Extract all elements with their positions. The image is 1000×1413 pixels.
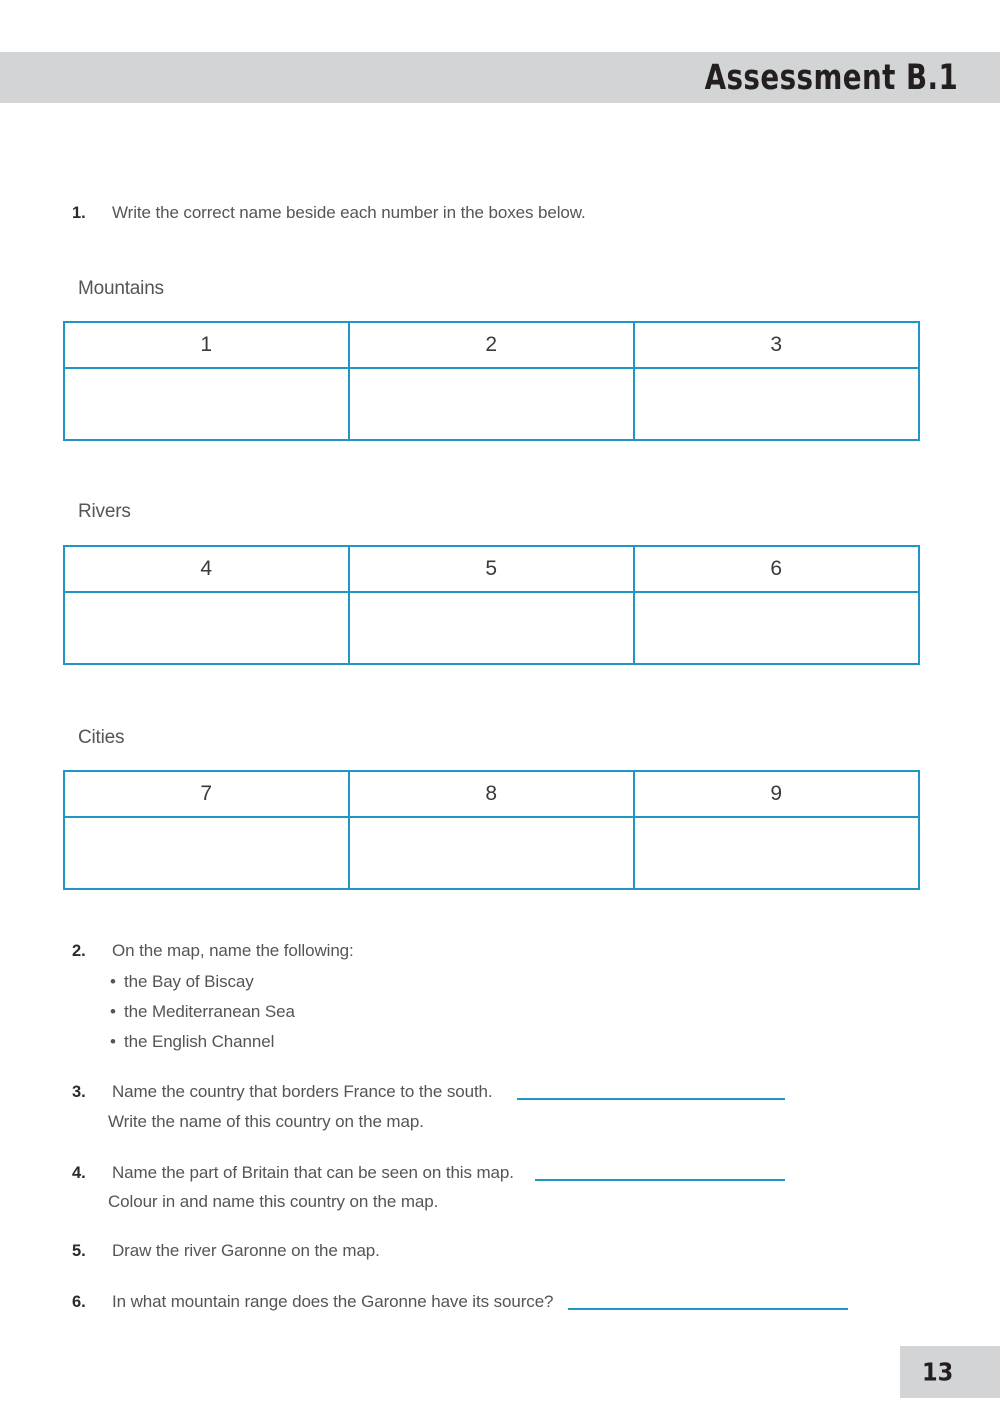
cities-answer-8[interactable]: [348, 816, 635, 890]
table-row-answers: [63, 367, 920, 441]
table-row-numbers: 4 5 6: [63, 545, 920, 593]
mountains-number-3: 3: [633, 321, 920, 369]
mountains-answer-1[interactable]: [63, 367, 350, 441]
rivers-number-4: 4: [63, 545, 350, 593]
cities-answer-9[interactable]: [633, 816, 920, 890]
question-5: 5. Draw the river Garonne on the map.: [72, 1241, 380, 1261]
page-title: Assessment B.1: [704, 57, 958, 98]
question-3: 3. Name the country that borders France …: [72, 1082, 493, 1102]
question-4: 4. Name the part of Britain that can be …: [72, 1163, 514, 1183]
mountains-answer-3[interactable]: [633, 367, 920, 441]
question-5-number: 5.: [72, 1242, 86, 1260]
question-6: 6. In what mountain range does the Garon…: [72, 1292, 554, 1312]
section-label-rivers: Rivers: [78, 501, 131, 522]
question-2-bullet-1: • the Bay of Biscay: [110, 972, 254, 992]
table-row-numbers: 7 8 9: [63, 770, 920, 818]
rivers-answer-4[interactable]: [63, 591, 350, 665]
rivers-number-5: 5: [348, 545, 635, 593]
question-6-text: In what mountain range does the Garonne …: [112, 1292, 554, 1311]
page-number-box: 13: [900, 1346, 1000, 1398]
question-2-bullet-2-text: the Mediterranean Sea: [124, 1002, 295, 1021]
question-4-subtext: Colour in and name this country on the m…: [108, 1192, 439, 1211]
cities-number-9: 9: [633, 770, 920, 818]
rivers-answer-5[interactable]: [348, 591, 635, 665]
question-4-number: 4.: [72, 1164, 86, 1182]
mountains-number-2: 2: [348, 321, 635, 369]
bullet-dot-icon: •: [110, 1032, 116, 1051]
question-2-bullet-2: • the Mediterranean Sea: [110, 1002, 295, 1022]
question-6-answer-line[interactable]: [568, 1308, 848, 1310]
page-number: 13: [922, 1357, 954, 1387]
question-3-number: 3.: [72, 1083, 86, 1101]
question-2-number: 2.: [72, 942, 86, 960]
bullet-dot-icon: •: [110, 1002, 116, 1021]
table-row-numbers: 1 2 3: [63, 321, 920, 369]
question-1-text: Write the correct name beside each numbe…: [112, 203, 586, 222]
cities-number-8: 8: [348, 770, 635, 818]
question-4-answer-line[interactable]: [535, 1179, 785, 1181]
page-header-bar: Assessment B.1: [0, 52, 1000, 103]
question-2: 2. On the map, name the following:: [72, 941, 354, 961]
mountains-answer-2[interactable]: [348, 367, 635, 441]
question-5-text: Draw the river Garonne on the map.: [112, 1241, 380, 1260]
mountains-number-1: 1: [63, 321, 350, 369]
question-4-text: Name the part of Britain that can be see…: [112, 1163, 514, 1182]
table-row-answers: [63, 591, 920, 665]
cities-table: 7 8 9: [63, 770, 920, 890]
question-2-bullet-3: • the English Channel: [110, 1032, 274, 1052]
rivers-number-6: 6: [633, 545, 920, 593]
question-2-bullet-1-text: the Bay of Biscay: [124, 972, 254, 991]
question-3-subtext: Write the name of this country on the ma…: [108, 1112, 424, 1131]
cities-answer-7[interactable]: [63, 816, 350, 890]
question-3-text: Name the country that borders France to …: [112, 1082, 493, 1101]
cities-number-7: 7: [63, 770, 350, 818]
table-row-answers: [63, 816, 920, 890]
mountains-table: 1 2 3: [63, 321, 920, 441]
question-2-bullet-3-text: the English Channel: [124, 1032, 275, 1051]
rivers-table: 4 5 6: [63, 545, 920, 665]
rivers-answer-6[interactable]: [633, 591, 920, 665]
question-2-text: On the map, name the following:: [112, 941, 354, 960]
question-1-number: 1.: [72, 204, 86, 222]
question-3-answer-line[interactable]: [517, 1098, 785, 1100]
question-6-number: 6.: [72, 1293, 86, 1311]
bullet-dot-icon: •: [110, 972, 116, 991]
question-1: 1. Write the correct name beside each nu…: [72, 203, 586, 223]
section-label-mountains: Mountains: [78, 278, 164, 299]
section-label-cities: Cities: [78, 727, 125, 748]
